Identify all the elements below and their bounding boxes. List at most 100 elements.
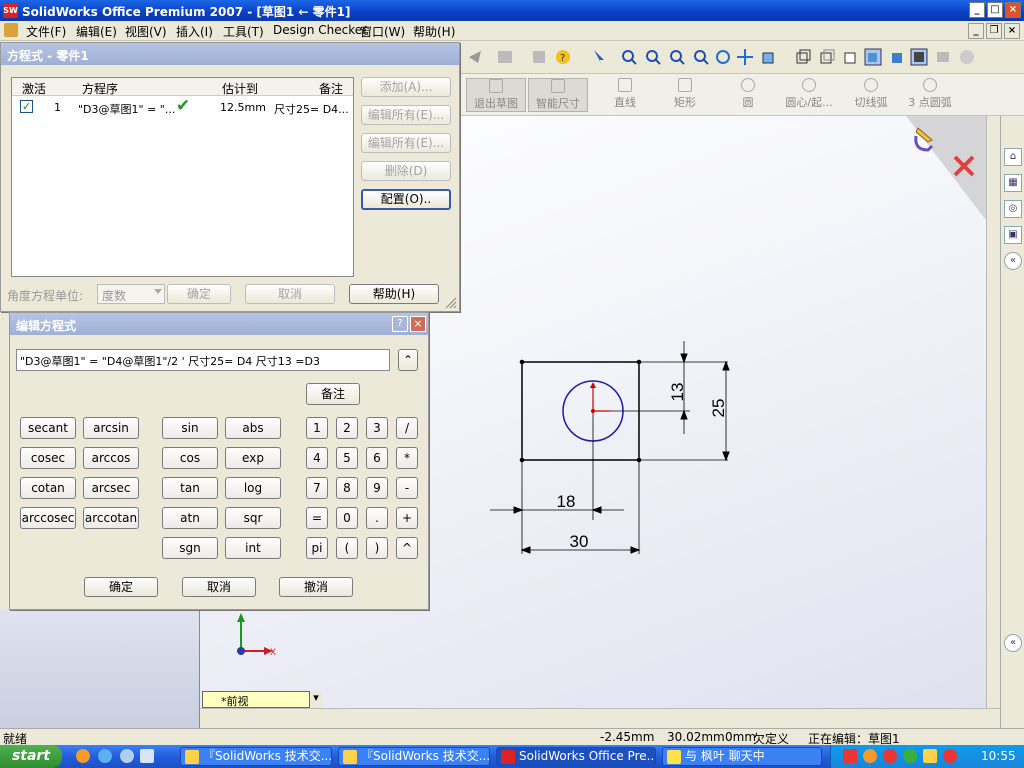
dialog-help-icon[interactable]: ? xyxy=(392,316,408,332)
notes-button[interactable]: 备注 xyxy=(306,383,360,405)
select-icon[interactable] xyxy=(590,48,608,66)
design-library-icon[interactable]: ▦ xyxy=(1004,174,1022,192)
shadows-icon[interactable] xyxy=(910,48,928,66)
home-icon[interactable]: ⌂ xyxy=(1004,148,1022,166)
edit-ok-button[interactable]: 确定 xyxy=(84,577,158,597)
zoom-to-fit-icon[interactable] xyxy=(620,48,638,66)
angle-unit-select[interactable]: 度数 xyxy=(97,284,165,304)
edit-cancel-button[interactable]: 取消 xyxy=(182,577,256,597)
centerpoint-arc-button[interactable]: 圆心/起... xyxy=(778,78,840,112)
tray-antivirus-icon[interactable] xyxy=(843,749,857,763)
menu-edit[interactable]: 编辑(E) xyxy=(76,23,117,40)
minimize-button[interactable]: _ xyxy=(969,2,985,18)
circle-button[interactable]: 圆 xyxy=(728,78,768,112)
func-arccotan-button[interactable]: arccotan xyxy=(83,507,139,529)
func-arccos-button[interactable]: arccos xyxy=(83,447,139,469)
taskbar-item-browser-2[interactable]: 『SolidWorks 技术交... xyxy=(338,747,490,766)
active-checkbox[interactable]: ✓ xyxy=(20,100,33,113)
file-explorer-icon[interactable]: ◎ xyxy=(1004,200,1022,218)
func-tan-button[interactable]: tan xyxy=(162,477,218,499)
ie-icon[interactable] xyxy=(98,749,112,763)
doc-restore-button[interactable]: ❐ xyxy=(986,23,1002,39)
func-int-button[interactable]: int xyxy=(225,537,281,559)
tray-security-icon[interactable] xyxy=(883,749,897,763)
collapse-taskpane-icon[interactable]: « xyxy=(1004,634,1022,652)
view-palette-icon[interactable]: ▣ xyxy=(1004,226,1022,244)
perspective-icon[interactable] xyxy=(934,48,952,66)
dimension-13[interactable]: 13 xyxy=(668,383,687,402)
delete-button[interactable]: 删除(D) xyxy=(361,161,451,181)
tray-network-icon[interactable] xyxy=(903,749,917,763)
zoom-in-out-icon[interactable] xyxy=(668,48,686,66)
view-tab-dropdown-icon[interactable]: ▾ xyxy=(309,691,322,708)
menu-view[interactable]: 视图(V) xyxy=(125,23,167,40)
desktop-icon[interactable] xyxy=(120,749,134,763)
func-log-button[interactable]: log xyxy=(225,477,281,499)
view-orientation-icon[interactable] xyxy=(760,48,778,66)
taskbar-item-chat[interactable]: 与 枫叶 聊天中 xyxy=(662,747,822,766)
rectangle-button[interactable]: 矩形 xyxy=(660,78,710,112)
menu-help[interactable]: 帮助(H) xyxy=(413,23,455,40)
col-evaluates-to[interactable]: 估计到 xyxy=(222,80,258,97)
app-menu-icon[interactable] xyxy=(4,23,18,37)
equations-help-button[interactable]: 帮助(H) xyxy=(349,284,439,304)
key-decimal-button[interactable]: . xyxy=(366,507,388,529)
func-arccosec-button[interactable]: arccosec xyxy=(20,507,76,529)
key-2-button[interactable]: 2 xyxy=(336,417,358,439)
taskbar-item-solidworks[interactable]: SolidWorks Office Pre... xyxy=(496,747,656,766)
three-point-arc-button[interactable]: 3 点圆弧 xyxy=(902,78,958,112)
key-5-button[interactable]: 5 xyxy=(336,447,358,469)
shaded-icon[interactable] xyxy=(888,48,906,66)
func-sqr-button[interactable]: sqr xyxy=(225,507,281,529)
equations-list[interactable]: 激活 方程序 估计到 备注 ✓ 1 "D3@草图1" = "... ✔ 12.5… xyxy=(11,77,354,277)
close-button[interactable]: × xyxy=(1005,2,1021,18)
tangent-arc-button[interactable]: 切线弧 xyxy=(846,78,896,112)
tray-volume-icon[interactable] xyxy=(923,749,937,763)
key-power-button[interactable]: ^ xyxy=(396,537,418,559)
dimension-30[interactable]: 30 xyxy=(570,532,589,551)
key-plus-button[interactable]: + xyxy=(396,507,418,529)
firefox-icon[interactable] xyxy=(76,749,90,763)
doc-minimize-button[interactable]: _ xyxy=(968,23,984,39)
hidden-lines-visible-icon[interactable] xyxy=(818,48,836,66)
dimension-18[interactable]: 18 xyxy=(557,492,576,511)
vertical-scrollbar[interactable] xyxy=(986,116,1000,708)
zoom-area-icon[interactable] xyxy=(644,48,662,66)
menu-tools[interactable]: 工具(T) xyxy=(223,23,264,40)
doc-close-button[interactable]: × xyxy=(1004,23,1020,39)
key-4-button[interactable]: 4 xyxy=(306,447,328,469)
key-9-button[interactable]: 9 xyxy=(366,477,388,499)
key-divide-button[interactable]: / xyxy=(396,417,418,439)
func-sin-button[interactable]: sin xyxy=(162,417,218,439)
add-button[interactable]: 添加(A)... xyxy=(361,77,451,97)
equations-cancel-button[interactable]: 取消 xyxy=(245,284,335,304)
key-pi-button[interactable]: pi xyxy=(306,537,328,559)
dimension-25[interactable]: 25 xyxy=(709,399,728,418)
expand-taskpane-icon[interactable]: « xyxy=(1004,252,1022,270)
tray-qq-icon[interactable] xyxy=(863,749,877,763)
table-row[interactable]: ✓ 1 "D3@草图1" = "... ✔ 12.5mm 尺寸25= D4... xyxy=(12,96,353,116)
func-arcsec-button[interactable]: arcsec xyxy=(83,477,139,499)
func-abs-button[interactable]: abs xyxy=(225,417,281,439)
edit-undo-button[interactable]: 撤消 xyxy=(279,577,353,597)
edit-all-button-2[interactable]: 编辑所有(E)... xyxy=(361,133,451,153)
line-button[interactable]: 直线 xyxy=(600,78,650,112)
func-sgn-button[interactable]: sgn xyxy=(162,537,218,559)
func-exp-button[interactable]: exp xyxy=(225,447,281,469)
key-close-paren-button[interactable]: ) xyxy=(366,537,388,559)
menu-design-checker[interactable]: Design Checker xyxy=(273,23,367,37)
key-minus-button[interactable]: - xyxy=(396,477,418,499)
equations-ok-button[interactable]: 确定 xyxy=(167,284,231,304)
resize-grip-icon[interactable] xyxy=(445,297,457,309)
key-equals-button[interactable]: = xyxy=(306,507,328,529)
func-atn-button[interactable]: atn xyxy=(162,507,218,529)
configure-button[interactable]: 配置(O).. xyxy=(361,189,451,210)
menu-window[interactable]: 窗口(W) xyxy=(360,23,405,40)
col-notes[interactable]: 备注 xyxy=(319,80,343,97)
col-active[interactable]: 激活 xyxy=(22,80,46,97)
collapse-button[interactable]: ⌃ xyxy=(398,349,418,371)
maximize-button[interactable]: □ xyxy=(987,2,1003,18)
key-open-paren-button[interactable]: ( xyxy=(336,537,358,559)
key-6-button[interactable]: 6 xyxy=(366,447,388,469)
wireframe-icon[interactable] xyxy=(794,48,812,66)
